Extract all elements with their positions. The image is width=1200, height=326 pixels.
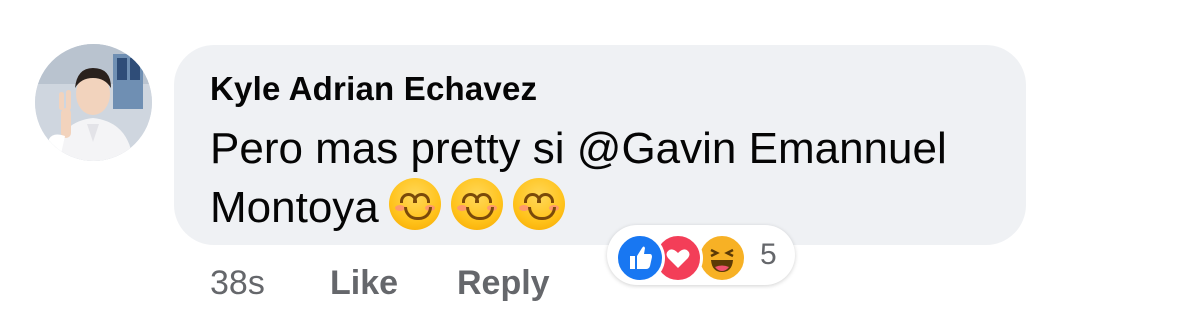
haha-icon <box>697 233 747 283</box>
like-icon <box>615 233 665 283</box>
comment-text: Pero mas pretty si @Gavin Emannuel Monto… <box>210 124 947 232</box>
avatar[interactable] <box>35 44 152 161</box>
comment-body: Pero mas pretty si @Gavin Emannuel Monto… <box>210 120 1010 237</box>
comment-author[interactable]: Kyle Adrian Echavez <box>210 70 537 108</box>
reply-button[interactable]: Reply <box>457 264 550 303</box>
comment-container: Kyle Adrian Echavez Pero mas pretty si @… <box>0 0 1200 326</box>
smiling-face-emoji <box>388 178 441 230</box>
reaction-count: 5 <box>760 238 777 271</box>
like-button[interactable]: Like <box>330 264 398 303</box>
comment-timestamp[interactable]: 38s <box>210 264 265 303</box>
reactions-summary[interactable]: 5 <box>607 225 795 285</box>
avatar-photo <box>35 44 152 161</box>
smiling-face-emoji <box>512 178 565 230</box>
smiling-face-emoji <box>450 178 503 230</box>
